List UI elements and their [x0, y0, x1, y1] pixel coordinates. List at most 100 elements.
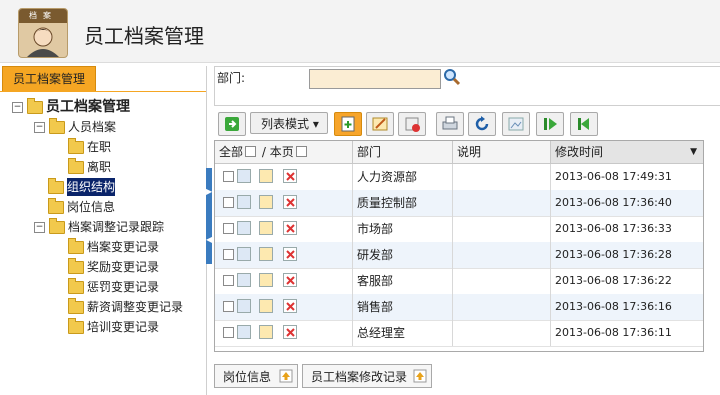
search-icon[interactable]: [443, 68, 461, 86]
delete-row-icon[interactable]: [283, 195, 297, 209]
cell-dept: 质量控制部: [353, 190, 453, 216]
expand-up-icon[interactable]: [279, 369, 293, 383]
collapse-left-icon[interactable]: ◀: [206, 216, 212, 264]
col-time-label: 修改时间: [555, 145, 604, 159]
row-checkbox[interactable]: [223, 171, 234, 182]
app-header: 档案 员工档案管理: [0, 0, 720, 63]
tree-item[interactable]: 惩罚变更记录: [54, 277, 159, 296]
tree-item-label: 员工档案管理: [46, 99, 130, 115]
collapse-toggle-icon[interactable]: −: [34, 221, 45, 233]
tree-item-label: 人员档案: [68, 120, 117, 134]
panel-splitter[interactable]: ▶ ◀: [206, 168, 212, 264]
header-slash: /: [261, 145, 266, 159]
row-checkbox[interactable]: [223, 275, 234, 286]
tab-archive-log[interactable]: 员工档案修改记录: [302, 364, 432, 388]
printer-icon: [442, 116, 458, 130]
view-details-icon[interactable]: [237, 247, 251, 261]
select-header: 全部 / 本页: [215, 141, 353, 163]
delete-button[interactable]: [398, 112, 426, 136]
collapse-toggle-icon[interactable]: −: [12, 101, 23, 113]
collapse-toggle-icon[interactable]: −: [34, 121, 45, 133]
table-row[interactable]: 客服部 2013-06-08 17:36:22: [215, 268, 703, 295]
row-checkbox[interactable]: [223, 249, 234, 260]
folder-icon: [49, 117, 65, 134]
refresh-icon: [475, 116, 489, 131]
reload-button[interactable]: [468, 112, 496, 136]
edit-row-icon[interactable]: [259, 247, 273, 261]
tree-item[interactable]: 奖励变更记录: [54, 257, 159, 276]
export-button[interactable]: [502, 112, 530, 136]
view-details-icon[interactable]: [237, 195, 251, 209]
table-row[interactable]: 市场部 2013-06-08 17:36:33: [215, 216, 703, 243]
cell-desc: [453, 216, 551, 242]
select-all-checkbox[interactable]: [245, 146, 257, 157]
collapse-right-icon[interactable]: ▶: [206, 168, 212, 216]
table-row[interactable]: 销售部 2013-06-08 17:36:16: [215, 294, 703, 321]
delete-row-icon[interactable]: [283, 247, 297, 261]
edit-row-icon[interactable]: [259, 273, 273, 287]
edit-button[interactable]: [366, 112, 394, 136]
view-details-icon[interactable]: [237, 169, 251, 183]
cell-desc: [453, 320, 551, 346]
view-details-icon[interactable]: [237, 299, 251, 313]
row-actions: [215, 320, 353, 346]
delete-row-icon[interactable]: [283, 273, 297, 287]
tree-item[interactable]: 培训变更记录: [54, 317, 159, 336]
tree-item[interactable]: 在职: [54, 137, 111, 156]
print-button[interactable]: [436, 112, 464, 136]
tree-item[interactable]: 薪资调整变更记录: [54, 297, 183, 316]
col-desc-header[interactable]: 说明: [453, 141, 551, 163]
cell-desc: [453, 294, 551, 320]
add-button[interactable]: [334, 112, 362, 136]
view-details-icon[interactable]: [237, 325, 251, 339]
tree-item[interactable]: − 人员档案: [34, 117, 117, 136]
view-details-icon[interactable]: [237, 273, 251, 287]
col-dept-header[interactable]: 部门: [353, 141, 453, 163]
tab-position-info[interactable]: 岗位信息: [214, 364, 298, 388]
table-row[interactable]: 总经理室 2013-06-08 17:36:11: [215, 320, 703, 347]
tree-item[interactable]: − 档案调整记录跟踪: [34, 217, 165, 236]
table-row[interactable]: 研发部 2013-06-08 17:36:28: [215, 242, 703, 269]
add-document-icon: [341, 116, 355, 132]
delete-row-icon[interactable]: [283, 221, 297, 235]
folder-icon: [48, 177, 64, 194]
row-checkbox[interactable]: [223, 223, 234, 234]
delete-row-icon[interactable]: [283, 169, 297, 183]
green-arrow-icon: [225, 117, 239, 131]
cell-dept: 总经理室: [353, 320, 453, 346]
dept-input[interactable]: [309, 69, 441, 89]
row-checkbox[interactable]: [223, 327, 234, 338]
tree-item[interactable]: 离职: [54, 157, 111, 176]
tree-item[interactable]: − 员工档案管理: [12, 97, 130, 116]
row-checkbox[interactable]: [223, 301, 234, 312]
tree-item[interactable]: 组织结构: [34, 177, 116, 196]
list-mode-label: 列表模式: [261, 117, 310, 131]
list-mode-dropdown[interactable]: 列表模式 ▾: [250, 112, 328, 134]
tree-item-label: 档案调整记录跟踪: [68, 220, 165, 234]
edit-row-icon[interactable]: [259, 195, 273, 209]
col-time-header[interactable]: 修改时间 ▼: [551, 141, 703, 163]
select-page-checkbox[interactable]: [295, 146, 307, 157]
table-row[interactable]: 人力资源部 2013-06-08 17:49:31: [215, 164, 703, 191]
expand-up-icon[interactable]: [413, 369, 427, 383]
next-button[interactable]: [536, 112, 564, 136]
edit-row-icon[interactable]: [259, 169, 273, 183]
delete-row-icon[interactable]: [283, 325, 297, 339]
folder-icon: [68, 277, 84, 294]
left-panel-tab[interactable]: 员工档案管理: [2, 66, 96, 91]
select-page-label: 本页: [269, 145, 294, 159]
tree-item[interactable]: 档案变更记录: [54, 237, 159, 256]
edit-row-icon[interactable]: [259, 299, 273, 313]
cell-time: 2013-06-08 17:36:22: [555, 274, 672, 287]
refresh-list-button[interactable]: [218, 112, 246, 136]
grid-header: 全部 / 本页 部门 说明 修改时间 ▼: [215, 141, 703, 164]
table-row[interactable]: 质量控制部 2013-06-08 17:36:40: [215, 190, 703, 217]
tree-item[interactable]: 岗位信息: [34, 197, 115, 216]
first-button[interactable]: [570, 112, 598, 136]
view-details-icon[interactable]: [237, 221, 251, 235]
delete-row-icon[interactable]: [283, 299, 297, 313]
app-title: 员工档案管理: [84, 24, 204, 48]
row-checkbox[interactable]: [223, 197, 234, 208]
edit-row-icon[interactable]: [259, 325, 273, 339]
edit-row-icon[interactable]: [259, 221, 273, 235]
